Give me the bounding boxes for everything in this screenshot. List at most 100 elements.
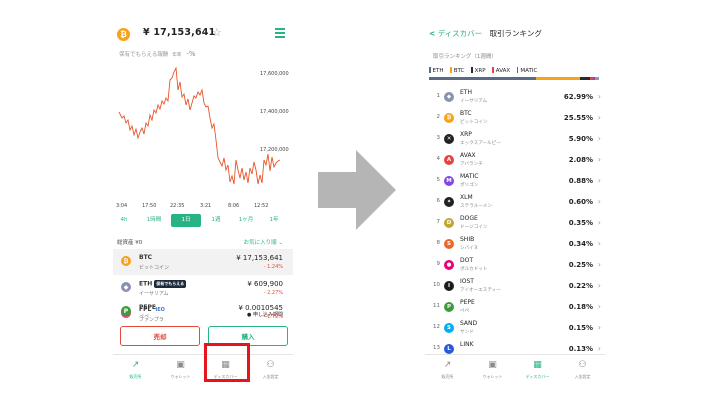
favorite-sort-dropdown[interactable]: お気に入り順 ⌄ bbox=[244, 238, 283, 246]
asset-symbol: PEPE bbox=[139, 304, 156, 311]
back-link-discover[interactable]: ディスカバー bbox=[438, 29, 482, 38]
rank-number: 10 bbox=[433, 282, 440, 288]
coin-symbol: DOT bbox=[460, 257, 474, 264]
x-label: 22:35 bbox=[170, 203, 185, 209]
ranking-row[interactable]: 6 ✦ XLM ステラルーメン 0.60% › bbox=[425, 192, 605, 213]
coin-icon: ● bbox=[444, 260, 454, 270]
nav-label: 入金設定 bbox=[574, 374, 591, 379]
rank-number: 2 bbox=[436, 114, 441, 120]
ranking-row[interactable]: 11 P PEPE ペペ 0.18% › bbox=[425, 297, 605, 318]
tab-timeframe-1d[interactable]: 1日 bbox=[171, 214, 201, 227]
chevron-right-icon: › bbox=[597, 92, 601, 101]
pepe-icon: P bbox=[121, 306, 131, 316]
chevron-right-icon: › bbox=[597, 323, 601, 332]
tab-timeframe-4h[interactable]: 4h bbox=[117, 214, 131, 227]
x-label: 3:04 bbox=[116, 203, 128, 209]
coin-name: ポルカドット bbox=[460, 267, 488, 272]
rank-number: 12 bbox=[433, 324, 440, 330]
back-chevron-icon[interactable]: < bbox=[429, 29, 435, 38]
chevron-right-icon: › bbox=[597, 344, 601, 353]
asset-name: ペペ bbox=[139, 314, 150, 320]
menu-icon[interactable] bbox=[275, 28, 285, 38]
highlight-box bbox=[204, 343, 250, 382]
legend-item: BTC bbox=[450, 67, 464, 74]
nav-item-settings[interactable]: ⚇ 入金設定 bbox=[248, 355, 293, 382]
tab-timeframe-1h[interactable]: 1時間 bbox=[143, 214, 165, 227]
wallet-icon: ▣ bbox=[176, 360, 185, 370]
right-screen: < ディスカバー 取引ランキング 取引ランキング（1週間） ETH BTC XR… bbox=[425, 20, 605, 382]
price-chart[interactable]: 17,600,000 17,400,000 17,200,000 3:04 17… bbox=[113, 60, 293, 212]
nav-label: ディスカバー bbox=[525, 374, 550, 379]
nav-label: 販売所 bbox=[441, 374, 454, 379]
ranking-row[interactable]: 1 ◆ ETH イーサリアム 62.99% › bbox=[425, 87, 605, 108]
ranking-row[interactable]: 9 ● DOT ポルカドット 0.25% › bbox=[425, 255, 605, 276]
share-bar bbox=[429, 77, 599, 80]
nav-item-discover[interactable]: ▦ ディスカバー bbox=[515, 355, 560, 382]
ranking-row[interactable]: 7 D DOGE ドージコイン 0.35% › bbox=[425, 213, 605, 234]
nav-label: 入金設定 bbox=[262, 374, 279, 379]
reward-sub: 年率 bbox=[172, 53, 182, 58]
coin-name: ビットコイン bbox=[460, 120, 488, 125]
chevron-right-icon: › bbox=[597, 155, 601, 164]
asset-row-btc[interactable]: ₿ BTC ビットコイン ¥ 17,153,641 - 1.24% bbox=[113, 249, 293, 275]
nav-item-wallet[interactable]: ▣ ウォレット bbox=[470, 355, 515, 382]
coin-name: アイオーエスティー bbox=[460, 288, 501, 293]
legend-item: ETH bbox=[429, 67, 443, 74]
ranking-row[interactable]: 2 ₿ BTC ビットコイン 25.55% › bbox=[425, 108, 605, 129]
share-percent: 0.88% bbox=[568, 177, 593, 185]
coin-symbol: ETH bbox=[460, 89, 472, 96]
ranking-row[interactable]: 3 ✕ XRP エックスアールピー 5.90% › bbox=[425, 129, 605, 150]
nav-item-exchange[interactable]: ↗ 販売所 bbox=[113, 355, 158, 382]
bottom-nav: ↗ 販売所 ▣ ウォレット ▦ ディスカバー ⚇ 入金設定 bbox=[113, 354, 293, 382]
coin-icon: S bbox=[444, 239, 454, 249]
share-percent: 0.35% bbox=[568, 219, 593, 227]
ranking-row[interactable]: 4 A AVAX アバランチ 2.08% › bbox=[425, 150, 605, 171]
asset-row-eth[interactable]: ◆ ETH 保有でもらえる イーサリアム ¥ 609,900 - 2.27% bbox=[113, 275, 293, 301]
nav-label: ウォレット bbox=[170, 374, 191, 379]
user-settings-icon: ⚇ bbox=[266, 360, 275, 370]
share-percent: 0.60% bbox=[568, 198, 593, 206]
share-percent: 0.34% bbox=[568, 240, 593, 248]
coin-icon: L bbox=[444, 344, 454, 354]
x-label: 17:50 bbox=[142, 203, 157, 209]
tab-timeframe-1y[interactable]: 1年 bbox=[267, 214, 281, 227]
coin-symbol: XRP bbox=[460, 131, 472, 138]
share-segment bbox=[594, 77, 599, 80]
share-segment bbox=[536, 77, 580, 80]
asset-symbol-wrap: ETH 保有でもらえる bbox=[139, 280, 187, 288]
coin-icon: ✦ bbox=[444, 197, 454, 207]
coin-icon: M bbox=[444, 176, 454, 186]
ranking-row[interactable]: 5 M MATIC ポリゴン 0.88% › bbox=[425, 171, 605, 192]
ranking-subtitle: 取引ランキング（1週間） bbox=[433, 54, 497, 60]
x-label: 3:21 bbox=[200, 203, 212, 209]
asset-row-pepe[interactable]: P PEPE ペペ ¥ 0.0010545 - 1.72% bbox=[113, 302, 293, 328]
chevron-right-icon: › bbox=[597, 302, 601, 311]
asset-change: - 1.24% bbox=[263, 264, 283, 270]
sell-button[interactable]: 売却 bbox=[120, 326, 200, 346]
tab-timeframe-1m[interactable]: 1ヶ月 bbox=[237, 214, 255, 227]
page-header: < ディスカバー 取引ランキング bbox=[429, 28, 542, 39]
asset-price: ¥ 17,153,641 bbox=[236, 254, 283, 262]
nav-item-settings[interactable]: ⚇ 入金設定 bbox=[560, 355, 605, 382]
rank-number: 9 bbox=[436, 261, 441, 267]
share-percent: 5.90% bbox=[568, 135, 593, 143]
coin-icon: S bbox=[444, 323, 454, 333]
asset-name: ビットコイン bbox=[139, 265, 170, 271]
favorite-star-icon[interactable]: ☆ bbox=[212, 26, 222, 39]
nav-item-wallet[interactable]: ▣ ウォレット bbox=[158, 355, 203, 382]
coin-name: ドージコイン bbox=[460, 225, 488, 230]
share-segment bbox=[429, 77, 537, 80]
chevron-right-icon: › bbox=[597, 113, 601, 122]
asset-price: ¥ 0.0010545 bbox=[238, 304, 283, 312]
ranking-row[interactable]: 12 S SAND サンド 0.15% › bbox=[425, 318, 605, 339]
asset-symbol: ETH bbox=[139, 280, 153, 288]
coin-name: サンド bbox=[460, 330, 474, 335]
rank-number: 7 bbox=[436, 219, 441, 225]
ranking-row[interactable]: 10 I IOST アイオーエスティー 0.22% › bbox=[425, 276, 605, 297]
share-legend: ETH BTC XRP AVAX MATIC bbox=[429, 67, 542, 74]
coin-symbol: MATIC bbox=[460, 173, 479, 180]
ranking-row[interactable]: 8 S SHIB シバイヌ 0.34% › bbox=[425, 234, 605, 255]
timeframe-tabs: 4h 1時間 1日 1週 1ヶ月 1年 bbox=[113, 214, 293, 228]
tab-timeframe-1w[interactable]: 1週 bbox=[209, 214, 223, 227]
nav-item-exchange[interactable]: ↗ 販売所 bbox=[425, 355, 470, 382]
